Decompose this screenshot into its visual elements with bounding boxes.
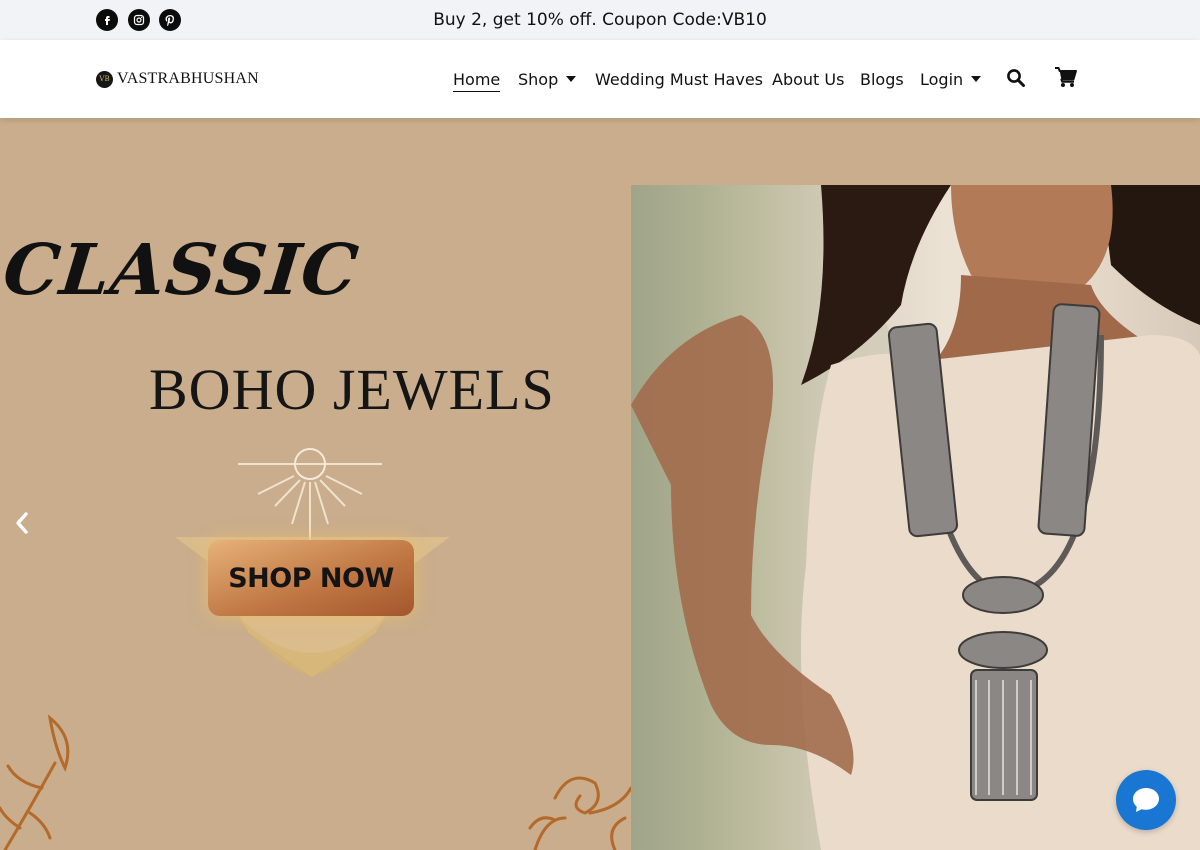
- hero-headline-classic: CLASSIC: [0, 228, 363, 311]
- logo-mark-text: VB: [99, 75, 110, 83]
- nav-blogs-label: Blogs: [860, 69, 904, 89]
- instagram-icon: [133, 14, 145, 26]
- caret-down-icon: [971, 76, 982, 82]
- hero-banner[interactable]: CLASSIC BOHO JEWELS SHOP NOW: [0, 118, 1200, 850]
- chevron-left-icon: [16, 512, 28, 534]
- search-icon: [1007, 69, 1025, 87]
- nav-about-label: About Us: [772, 69, 845, 89]
- floral-ornament-icon: [0, 714, 70, 850]
- nav-blogs[interactable]: Blogs: [860, 40, 904, 118]
- logo-text: VASTRABHUSHAN: [117, 70, 259, 87]
- pinterest-icon: [165, 15, 174, 26]
- carousel-prev-button[interactable]: [13, 511, 31, 539]
- nav-wedding-must-haves[interactable]: Wedding Must Haves: [595, 40, 763, 118]
- active-underline: [453, 91, 501, 92]
- nav-wedding-label: Wedding Must Haves: [595, 69, 763, 89]
- logo-mark: VB: [96, 70, 113, 88]
- nav-home[interactable]: Home: [453, 40, 501, 118]
- announcement-bar: Buy 2, get 10% off. Coupon Code:VB10: [0, 0, 1200, 40]
- shop-now-label: SHOP NOW: [228, 562, 394, 594]
- nav-home-label: Home: [453, 69, 501, 89]
- hero-model-image: [631, 185, 1200, 850]
- site-header: VB VASTRABHUSHAN Home Shop Wedding Must …: [0, 40, 1200, 118]
- nav-about-us[interactable]: About Us: [772, 40, 844, 118]
- cart-icon: [1055, 67, 1077, 87]
- chat-bubble-icon: [1133, 788, 1159, 812]
- facebook-link[interactable]: [96, 9, 118, 31]
- site-logo[interactable]: VB VASTRABHUSHAN: [96, 70, 259, 88]
- cart-button[interactable]: [1054, 66, 1078, 92]
- nav-shop[interactable]: Shop: [518, 40, 577, 118]
- hero-headline-boho: BOHO JEWELS: [149, 357, 555, 422]
- instagram-link[interactable]: [128, 9, 150, 31]
- nav-login-label: Login: [920, 69, 964, 89]
- floral-ornament-icon: [528, 776, 631, 850]
- facebook-icon: [105, 16, 110, 25]
- chat-launcher-button[interactable]: [1116, 770, 1176, 830]
- pinterest-link[interactable]: [159, 9, 181, 31]
- nav-login[interactable]: Login: [920, 40, 982, 118]
- search-button[interactable]: [1006, 68, 1026, 92]
- nav-shop-label: Shop: [518, 69, 559, 89]
- shop-now-button[interactable]: SHOP NOW: [208, 540, 414, 616]
- caret-down-icon: [566, 76, 577, 82]
